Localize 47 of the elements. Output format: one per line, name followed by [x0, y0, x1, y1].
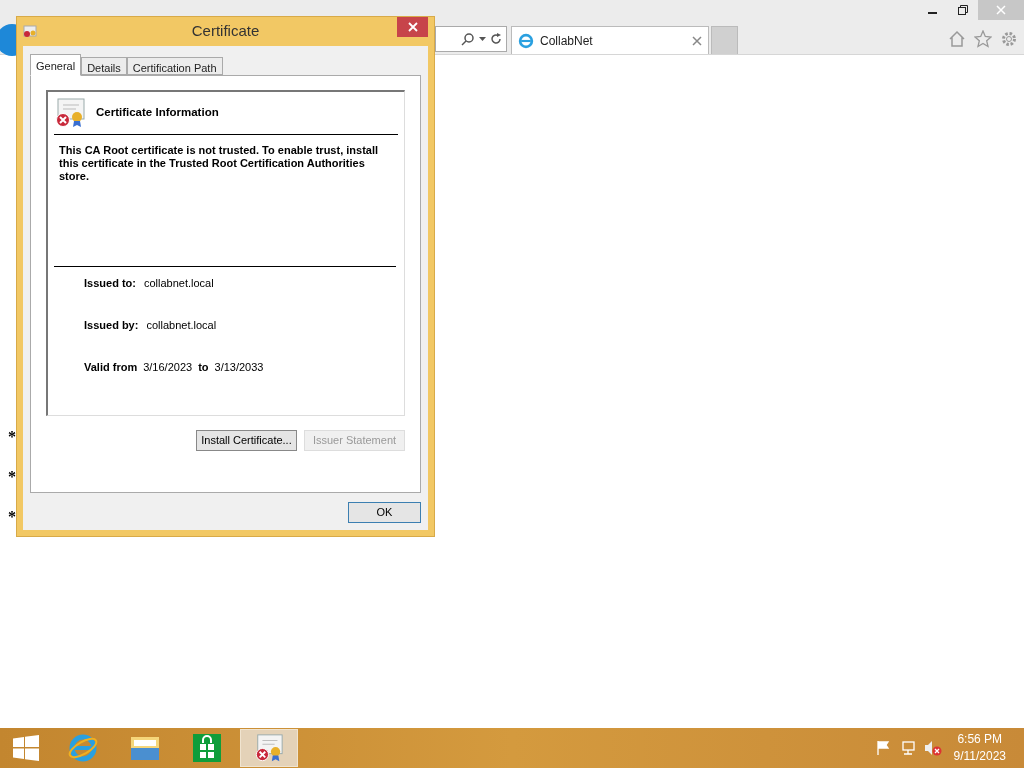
field-value: collabnet.local: [143, 275, 214, 291]
tab-title: CollabNet: [540, 32, 594, 50]
globe-e-icon: [68, 733, 98, 763]
windows-logo-icon: [13, 735, 39, 761]
shopping-bag-icon: [193, 734, 221, 762]
field-label: Valid from: [84, 359, 138, 375]
field-label: Issued by:: [84, 317, 139, 333]
bullet-mark: *: [8, 509, 16, 527]
network-icon[interactable]: [899, 740, 916, 756]
muted-speaker-icon[interactable]: [923, 740, 942, 756]
field-label: to: [198, 359, 209, 375]
dialog-tab[interactable]: General: [30, 54, 82, 76]
trust-message: This CA Root certificate is not trusted. To enable trust, install this certificate in the Trusted Root Certification Authorities store.: [54, 135, 396, 267]
close-button[interactable]: [397, 17, 428, 37]
folder-icon: [130, 734, 160, 762]
bullet-mark: *: [8, 429, 16, 447]
restore-icon[interactable]: [958, 5, 968, 15]
refresh-icon[interactable]: [490, 33, 502, 45]
field-value: collabnet.local: [146, 317, 217, 333]
search-icon[interactable]: [461, 32, 475, 46]
close-icon: [407, 22, 418, 32]
clock-date: 9/11/2023: [953, 748, 1006, 765]
certificate-error-icon: [23, 24, 37, 39]
certificate-error-icon: [254, 733, 284, 763]
field-value: 3/16/2023: [143, 359, 193, 375]
section-heading: Certificate Information: [96, 105, 219, 121]
globe-e-icon: [518, 32, 534, 49]
certificate-error-icon: [54, 97, 86, 129]
dialog-button[interactable]: Install Certificate...: [196, 430, 297, 451]
home-icon[interactable]: [948, 30, 966, 48]
dropdown-caret-icon[interactable]: [479, 37, 486, 41]
settings-icon[interactable]: [1000, 30, 1018, 48]
star-icon[interactable]: [974, 30, 992, 48]
browser-tab[interactable]: CollabNet: [511, 26, 709, 54]
dialog-tab[interactable]: Details: [81, 57, 127, 75]
clock-time: 6:56 PM: [957, 731, 1003, 748]
ok-button[interactable]: OK: [348, 502, 421, 523]
dialog-tab[interactable]: Certification Path: [126, 57, 223, 75]
flag-icon[interactable]: [875, 740, 892, 756]
bullet-mark: *: [8, 469, 16, 487]
close-icon: [996, 5, 1006, 15]
field-value: 3/13/2033: [214, 359, 264, 375]
address-bar[interactable]: [435, 26, 507, 52]
close-icon[interactable]: [692, 35, 702, 46]
window-title: Certificate: [191, 21, 260, 42]
field-label: Issued to:: [84, 275, 136, 291]
taskbar-button[interactable]: [240, 729, 298, 767]
